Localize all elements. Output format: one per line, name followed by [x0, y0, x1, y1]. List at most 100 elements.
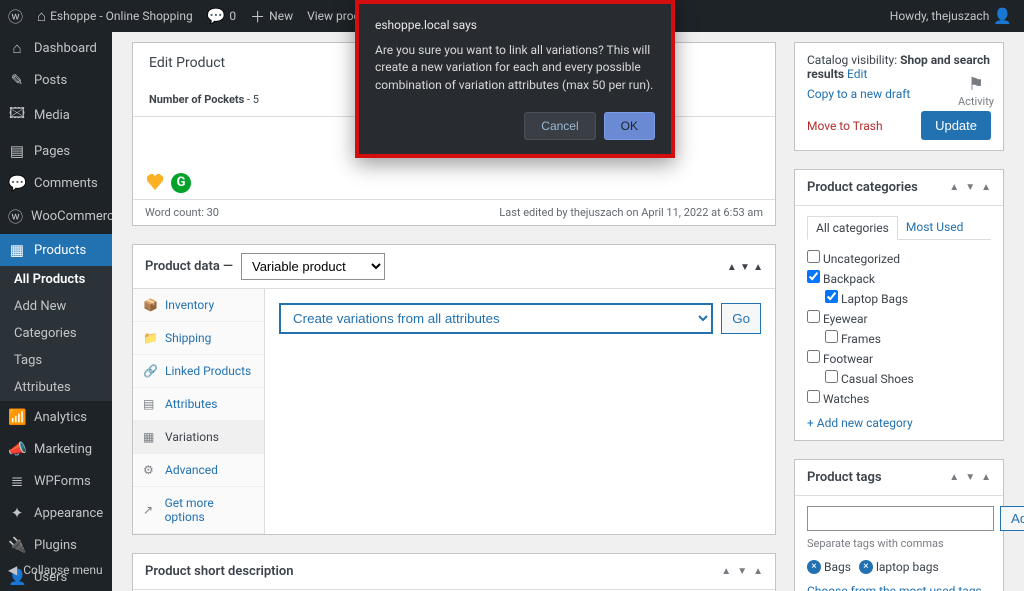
- cancel-button[interactable]: Cancel: [524, 112, 595, 140]
- category-frames[interactable]: Frames: [807, 328, 991, 348]
- category-eyewear[interactable]: Eyewear: [807, 308, 991, 328]
- update-button[interactable]: Update: [921, 111, 991, 140]
- sidebar-item-analytics[interactable]: 📶Analytics: [0, 401, 112, 433]
- caret-down-icon[interactable]: ▼: [965, 182, 975, 193]
- howdy-user[interactable]: Howdy, thejuszach 👤: [890, 7, 1024, 25]
- all-categories-tab[interactable]: All categories: [807, 216, 898, 240]
- collapse-menu[interactable]: ◀Collapse menu: [0, 557, 112, 583]
- category-checkbox[interactable]: [807, 270, 820, 283]
- toggle-icon[interactable]: ▲: [753, 262, 763, 273]
- category-checkbox[interactable]: [807, 250, 820, 263]
- sidebar-item-posts[interactable]: ✎Posts: [0, 64, 112, 96]
- tab-icon: 🔗: [143, 364, 157, 378]
- menu-icon: ▤: [8, 142, 26, 160]
- sidebar-item-wpforms[interactable]: ≣WPForms: [0, 465, 112, 497]
- site-name[interactable]: ⌂Eshoppe - Online Shopping: [37, 7, 193, 25]
- menu-icon: ▦: [8, 241, 26, 259]
- edit-visibility[interactable]: Edit: [847, 67, 867, 81]
- category-checkbox[interactable]: [825, 330, 838, 343]
- word-count: Word count: 30: [145, 206, 219, 219]
- go-button[interactable]: Go: [721, 303, 761, 334]
- add-tag-button[interactable]: Add: [1000, 506, 1024, 531]
- category-watches[interactable]: Watches: [807, 388, 991, 408]
- sidebar-item-dashboard[interactable]: ⌂Dashboard: [0, 32, 112, 64]
- add-category-link[interactable]: + Add new category: [807, 416, 913, 430]
- ptab-advanced[interactable]: ⚙Advanced: [133, 454, 264, 487]
- ptab-inventory[interactable]: 📦Inventory: [133, 289, 264, 322]
- sidebar-item-media[interactable]: 🖾Media: [0, 96, 112, 135]
- toggle-icon[interactable]: ▲: [981, 472, 991, 483]
- variation-action-select[interactable]: Create variations from all attributes: [279, 303, 713, 334]
- caret-up-icon[interactable]: ▲: [949, 182, 959, 193]
- tab-icon: ▤: [143, 397, 157, 411]
- category-footwear[interactable]: Footwear: [807, 348, 991, 368]
- submenu-add-new[interactable]: Add New: [0, 293, 112, 320]
- admin-sidebar: ⌂Dashboard✎Posts🖾Media▤Pages💬CommentsⓦWo…: [0, 32, 112, 591]
- product-type-select[interactable]: Variable product: [241, 253, 385, 280]
- caret-down-icon[interactable]: ▼: [965, 472, 975, 483]
- comments-count[interactable]: 💬0: [207, 7, 236, 25]
- remove-tag-icon[interactable]: ×: [859, 560, 873, 574]
- caret-down-icon[interactable]: ▼: [737, 566, 747, 577]
- sidebar-item-pages[interactable]: ▤Pages: [0, 135, 112, 167]
- product-data-tabs: 📦Inventory📁Shipping🔗Linked Products▤Attr…: [133, 289, 265, 534]
- menu-icon: 📣: [8, 440, 26, 458]
- product-data-box: Product data — Variable product ▲ ▼ ▲ 📦I…: [132, 244, 776, 535]
- ptab-shipping[interactable]: 📁Shipping: [133, 322, 264, 355]
- product-data-header: Product data —: [145, 259, 233, 274]
- activity-tab[interactable]: ⚑ Activity: [948, 74, 1004, 108]
- dialog-message: Are you sure you want to link all variat…: [375, 42, 655, 94]
- category-checkbox[interactable]: [807, 310, 820, 323]
- sidebar-item-woocommerce[interactable]: ⓦWooCommerce: [0, 199, 112, 234]
- short-description-box: Product short description ▲ ▼ ▲ 🖼 Add Me…: [132, 553, 776, 591]
- tag-input[interactable]: [807, 506, 994, 531]
- caret-up-icon[interactable]: ▲: [721, 566, 731, 577]
- caret-down-icon[interactable]: ▼: [740, 262, 750, 273]
- sidebar-item-comments[interactable]: 💬Comments: [0, 167, 112, 199]
- menu-icon: ✦: [8, 504, 26, 522]
- ptab-get-more-options[interactable]: ↗Get more options: [133, 487, 264, 534]
- sidebar-item-marketing[interactable]: 📣Marketing: [0, 433, 112, 465]
- category-backpack[interactable]: Backpack: [807, 268, 991, 288]
- category-laptop-bags[interactable]: Laptop Bags: [807, 288, 991, 308]
- submenu-tags[interactable]: Tags: [0, 347, 112, 374]
- ptab-variations[interactable]: ▦Variations: [133, 421, 264, 454]
- category-casual-shoes[interactable]: Casual Shoes: [807, 368, 991, 388]
- most-used-tab[interactable]: Most Used: [898, 216, 972, 239]
- new-content[interactable]: ＋New: [250, 6, 293, 27]
- submenu-attributes[interactable]: Attributes: [0, 374, 112, 401]
- category-uncategorized[interactable]: Uncategorized: [807, 248, 991, 268]
- confirm-dialog: eshoppe.local says Are you sure you want…: [355, 0, 675, 158]
- ptab-linked-products[interactable]: 🔗Linked Products: [133, 355, 264, 388]
- category-checkbox[interactable]: [825, 370, 838, 383]
- move-to-trash[interactable]: Move to Trash: [807, 119, 883, 133]
- wp-logo[interactable]: ⓦ: [8, 6, 23, 27]
- ok-button[interactable]: OK: [604, 112, 655, 140]
- category-checkbox[interactable]: [807, 390, 820, 403]
- category-checkbox[interactable]: [825, 290, 838, 303]
- remove-tag-icon[interactable]: ×: [807, 560, 821, 574]
- caret-up-icon[interactable]: ▲: [727, 262, 737, 273]
- short-desc-title: Product short description: [145, 564, 294, 579]
- menu-icon: ⌂: [8, 39, 26, 57]
- submenu-categories[interactable]: Categories: [0, 320, 112, 347]
- choose-tags-link[interactable]: Choose from the most used tags: [807, 584, 982, 591]
- last-edited: Last edited by thejuszach on April 11, 2…: [499, 206, 763, 219]
- tag-bags: ×Bags: [807, 560, 851, 574]
- ptab-attributes[interactable]: ▤Attributes: [133, 388, 264, 421]
- menu-icon: 📶: [8, 408, 26, 426]
- copy-draft-link[interactable]: Copy to a new draft: [807, 87, 910, 101]
- toggle-icon[interactable]: ▲: [981, 182, 991, 193]
- sidebar-item-appearance[interactable]: ✦Appearance: [0, 497, 112, 529]
- toggle-icon[interactable]: ▲: [753, 566, 763, 577]
- category-checkbox[interactable]: [807, 350, 820, 363]
- sidebar-item-products[interactable]: ▦Products: [0, 234, 112, 266]
- tab-icon: 📦: [143, 298, 157, 312]
- submenu-all-products[interactable]: All Products: [0, 266, 112, 293]
- collapse-icon: ◀: [8, 563, 17, 577]
- caret-up-icon[interactable]: ▲: [949, 472, 959, 483]
- tab-icon: ⚙: [143, 463, 157, 477]
- grammarly-icon: G: [171, 173, 191, 193]
- tags-box: Product tags ▲▼▲ Add Separate tags with …: [794, 459, 1004, 591]
- menu-icon: 💬: [8, 174, 26, 192]
